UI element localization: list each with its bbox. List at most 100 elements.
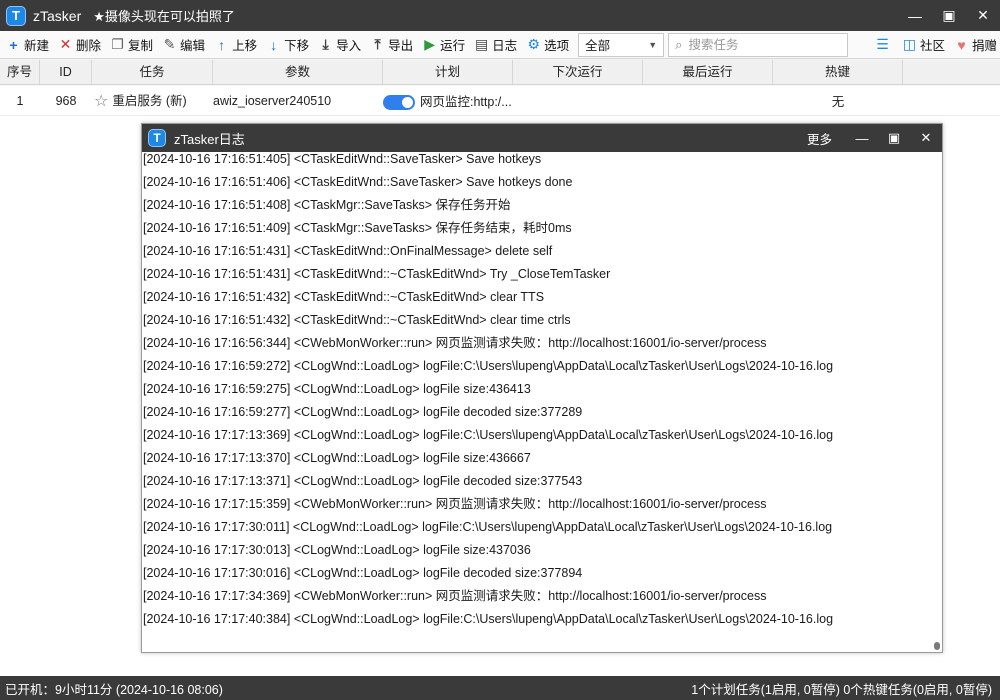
header-plan[interactable]: 计划 bbox=[383, 60, 513, 85]
maximize-button[interactable]: ▣ bbox=[932, 0, 966, 31]
list-icon: ☰ bbox=[876, 36, 889, 52]
header-task[interactable]: 任务 bbox=[92, 60, 213, 85]
log-line: [2024-10-16 17:16:51:432] <CTaskEditWnd:… bbox=[143, 313, 571, 327]
header-id[interactable]: ID bbox=[40, 60, 92, 85]
log-app-logo-icon: T bbox=[148, 129, 166, 147]
arrow-up-icon: ↑ bbox=[218, 36, 226, 53]
window-controls: — ▣ ✕ bbox=[898, 0, 1000, 31]
table-row[interactable]: 1 968 ☆ 重启服务 (新) awiz_ioserver240510 网页监控… bbox=[0, 86, 1000, 116]
list-button[interactable]: ☰ bbox=[869, 33, 896, 57]
pencil-icon: ✎ bbox=[163, 36, 176, 52]
title-notice: ★摄像头现在可以拍照了 bbox=[93, 9, 235, 24]
toolbar-button-label: 新建 bbox=[24, 39, 50, 53]
toolbar-buttons: + 新建 ✕ 删除 ❐ 复制 ✎ 编辑 ↑ 上移 ↓ 下移 ⤓ 导入 ⤒ 导出 ▶ 运行 ▤ 日志 ⚙ 选项 bbox=[0, 33, 572, 57]
header-next-run[interactable]: 下次运行 bbox=[513, 60, 643, 85]
log-button[interactable]: ▤ 日志 bbox=[468, 33, 520, 57]
toolbar-button-label: 复制 bbox=[128, 39, 154, 53]
log-close-button[interactable]: ✕ bbox=[910, 124, 942, 152]
community-button[interactable]: ◫ 社区 bbox=[896, 33, 948, 57]
plus-icon: + bbox=[9, 36, 18, 53]
toolbar-right: ☰ ◫ 社区 ♥ 捐赠 bbox=[869, 33, 1000, 57]
status-bar: 已开机：9小时11分 (2024-10-16 08:06) 1个计划任务(1启用… bbox=[0, 676, 1000, 700]
toolbar-button-label: 捐赠 bbox=[971, 39, 997, 53]
heart-icon: ♥ bbox=[957, 36, 966, 53]
log-minimize-button[interactable]: — bbox=[846, 124, 878, 152]
cell-param: awiz_ioserver240510 bbox=[213, 93, 332, 108]
gear-button[interactable]: ⚙ 选项 bbox=[520, 33, 572, 57]
task-filter-select[interactable]: 全部 ▼ bbox=[578, 32, 665, 57]
pencil-button[interactable]: ✎ 编辑 bbox=[156, 33, 208, 57]
header-last-run[interactable]: 最后运行 bbox=[643, 60, 773, 85]
copy-icon: ❐ bbox=[111, 36, 124, 52]
log-line: [2024-10-16 17:16:51:406] <CTaskEditWnd:… bbox=[143, 175, 573, 189]
log-content[interactable]: [2024-10-16 17:16:51:405] <CTaskEditWnd:… bbox=[142, 152, 932, 652]
log-scrollbar-thumb[interactable] bbox=[934, 642, 940, 650]
log-line: [2024-10-16 17:16:51:405] <CTaskEditWnd:… bbox=[143, 152, 542, 166]
title-bar: T zTasker ★摄像头现在可以拍照了 — ▣ ✕ bbox=[0, 0, 1000, 31]
log-window: T zTasker日志 更多 — ▣ ✕ [2024-10-16 17:16:5… bbox=[141, 123, 943, 653]
copy-button[interactable]: ❐ 复制 bbox=[104, 33, 156, 57]
chevron-down-icon: ▼ bbox=[648, 39, 658, 50]
toolbar: + 新建 ✕ 删除 ❐ 复制 ✎ 编辑 ↑ 上移 ↓ 下移 ⤓ 导入 ⤒ 导出 ▶ 运行 ▤ 日志 ⚙ 选项 全部 ▼ ⌕… bbox=[0, 31, 1000, 59]
cell-hotkey: 无 bbox=[831, 95, 845, 109]
export-button[interactable]: ⤒ 导出 bbox=[364, 33, 416, 57]
toolbar-button-label: 下移 bbox=[284, 39, 310, 53]
import-button[interactable]: ⤓ 导入 bbox=[312, 33, 364, 57]
log-line: [2024-10-16 17:17:40:384] <CLogWnd::Load… bbox=[143, 612, 834, 626]
enabled-toggle[interactable] bbox=[383, 95, 415, 111]
uptime-status: 已开机：9小时11分 (2024-10-16 08:06) bbox=[5, 682, 223, 697]
heart-button[interactable]: ♥ 捐赠 bbox=[948, 33, 1000, 57]
header-seq[interactable]: 序号 bbox=[0, 60, 40, 85]
app-title: zTasker bbox=[33, 7, 82, 24]
search-icon: ⌕ bbox=[675, 36, 683, 52]
star-icon[interactable]: ☆ bbox=[94, 91, 108, 111]
task-name: 重启服务 (新) bbox=[112, 93, 187, 108]
arrow-down-button[interactable]: ↓ 下移 bbox=[260, 33, 312, 57]
log-icon: ▤ bbox=[475, 36, 489, 52]
gear-icon: ⚙ bbox=[527, 36, 540, 52]
cell-plan: 网页监控:http:/... bbox=[383, 91, 513, 111]
x-button[interactable]: ✕ 删除 bbox=[52, 33, 104, 57]
header-param[interactable]: 参数 bbox=[213, 60, 383, 85]
task-summary-status: 1个计划任务(1启用, 0暂停) 0个热键任务(0启用, 0暂停) bbox=[691, 682, 992, 697]
plus-button[interactable]: + 新建 bbox=[0, 33, 52, 57]
toolbar-button-label: 上移 bbox=[232, 39, 258, 53]
cell-id: 968 bbox=[55, 93, 77, 108]
task-table-header: 序号 ID 任务 参数 计划 下次运行 最后运行 热键 bbox=[0, 60, 1000, 85]
search-box[interactable]: ⌕ bbox=[668, 32, 849, 57]
log-line: [2024-10-16 17:17:15:359] <CWebMonWorker… bbox=[143, 497, 767, 511]
log-scrollbar[interactable] bbox=[934, 154, 940, 650]
log-line: [2024-10-16 17:17:30:016] <CLogWnd::Load… bbox=[143, 566, 583, 580]
log-line: [2024-10-16 17:16:51:431] <CTaskEditWnd:… bbox=[143, 267, 611, 281]
log-more-button[interactable]: 更多 bbox=[807, 129, 832, 148]
close-button[interactable]: ✕ bbox=[966, 0, 1000, 31]
log-maximize-button[interactable]: ▣ bbox=[878, 124, 910, 152]
log-line: [2024-10-16 17:16:51:431] <CTaskEditWnd:… bbox=[143, 244, 553, 258]
toolbar-button-label: 日志 bbox=[492, 39, 518, 53]
log-line: [2024-10-16 17:16:51:408] <CTaskMgr::Sav… bbox=[143, 198, 511, 212]
log-line: [2024-10-16 17:17:13:369] <CLogWnd::Load… bbox=[143, 428, 834, 442]
app-logo-icon: T bbox=[6, 5, 26, 26]
header-hotkey[interactable]: 热键 bbox=[773, 60, 903, 85]
arrow-up-button[interactable]: ↑ 上移 bbox=[208, 33, 260, 57]
toolbar-button-label: 导入 bbox=[336, 39, 362, 53]
task-filter-value: 全部 bbox=[585, 39, 611, 53]
plan-text: 网页监控:http:/... bbox=[420, 94, 512, 109]
toolbar-button-label: 删除 bbox=[76, 39, 102, 53]
log-title-bar[interactable]: T zTasker日志 更多 — ▣ ✕ bbox=[142, 124, 942, 152]
minimize-button[interactable]: — bbox=[898, 0, 932, 31]
toolbar-button-label: 社区 bbox=[919, 39, 945, 53]
log-line: [2024-10-16 17:16:56:344] <CWebMonWorker… bbox=[143, 336, 767, 350]
export-icon: ⤒ bbox=[374, 36, 381, 52]
log-line: [2024-10-16 17:17:13:370] <CLogWnd::Load… bbox=[143, 451, 531, 465]
toolbar-button-label: 导出 bbox=[388, 39, 414, 53]
search-input[interactable] bbox=[688, 37, 829, 52]
log-line: [2024-10-16 17:16:59:277] <CLogWnd::Load… bbox=[143, 405, 583, 419]
log-line: [2024-10-16 17:16:51:432] <CTaskEditWnd:… bbox=[143, 290, 545, 304]
play-button[interactable]: ▶ 运行 bbox=[416, 33, 468, 57]
log-line: [2024-10-16 17:16:59:272] <CLogWnd::Load… bbox=[143, 359, 834, 373]
cell-seq: 1 bbox=[16, 93, 24, 108]
import-icon: ⤓ bbox=[322, 36, 329, 52]
community-icon: ◫ bbox=[902, 36, 917, 52]
toolbar-button-label: 运行 bbox=[440, 39, 466, 53]
